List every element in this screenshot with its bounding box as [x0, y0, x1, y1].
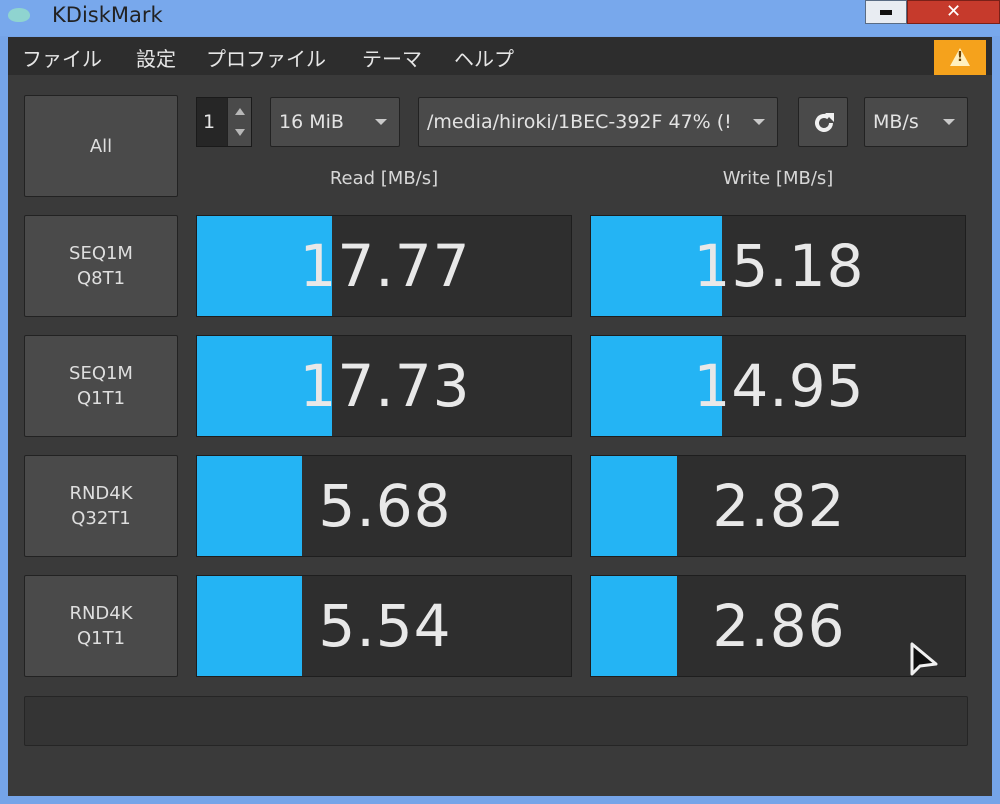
app-icon — [8, 8, 30, 22]
read-value: 17.73 — [299, 352, 471, 420]
test-name: SEQ1M — [69, 363, 133, 384]
client-area: ファイル 設定 プロファイル テーマ ヘルプ ! All 1 16 MiB /m… — [8, 37, 992, 796]
minimize-button[interactable] — [865, 0, 907, 24]
test-name: RND4K — [69, 483, 133, 504]
close-icon: ✕ — [945, 1, 962, 22]
read-value: 5.68 — [318, 472, 452, 540]
test-params: Q8T1 — [76, 268, 126, 289]
write-result: 2.82 — [590, 455, 966, 557]
menu-settings[interactable]: 設定 — [136, 43, 176, 72]
rnd4k-q1t1-button[interactable]: RND4K Q1T1 — [24, 575, 178, 677]
write-column-header: Write [MB/s] — [722, 168, 834, 189]
benchmark-panel: All 1 16 MiB /media/hiroki/1BEC-392F 47%… — [8, 75, 992, 796]
warning-mark: ! — [957, 50, 963, 65]
seq1m-q8t1-button[interactable]: SEQ1M Q8T1 — [24, 215, 178, 317]
all-button[interactable]: All — [24, 95, 178, 197]
write-result: 14.95 — [590, 335, 966, 437]
runs-spinbox[interactable]: 1 — [196, 97, 252, 147]
read-value: 17.77 — [299, 232, 471, 300]
read-column-header: Read [MB/s] — [329, 168, 439, 189]
mouse-cursor-icon — [910, 642, 938, 676]
refresh-button[interactable] — [798, 97, 848, 147]
menu-bar: ファイル 設定 プロファイル テーマ ヘルプ ! — [8, 37, 992, 76]
read-result: 5.68 — [196, 455, 572, 557]
app-window: KDiskMark ✕ ファイル 設定 プロファイル テーマ ヘルプ ! All… — [0, 0, 1000, 804]
menu-file[interactable]: ファイル — [22, 43, 102, 72]
size-value: 16 MiB — [279, 111, 344, 133]
close-button[interactable]: ✕ — [907, 0, 1000, 24]
menu-profile[interactable]: プロファイル — [206, 43, 326, 72]
chevron-down-icon — [753, 119, 765, 125]
device-value: /media/hiroki/1BEC-392F 47% (! — [427, 111, 732, 133]
read-result: 17.77 — [196, 215, 572, 317]
size-select[interactable]: 16 MiB — [270, 97, 400, 147]
write-value: 14.95 — [693, 352, 865, 420]
unit-select[interactable]: MB/s — [864, 97, 968, 147]
write-value: 15.18 — [693, 232, 865, 300]
read-result: 17.73 — [196, 335, 572, 437]
test-name: RND4K — [69, 603, 133, 624]
window-title: KDiskMark — [52, 3, 163, 27]
title-bar[interactable]: KDiskMark ✕ — [0, 0, 1000, 36]
test-name: SEQ1M — [69, 243, 133, 264]
runs-stepper[interactable] — [227, 98, 251, 146]
unit-value: MB/s — [873, 111, 919, 133]
all-button-label: All — [89, 135, 113, 157]
decrement-icon[interactable] — [235, 129, 245, 136]
read-result: 5.54 — [196, 575, 572, 677]
menu-help[interactable]: ヘルプ — [454, 43, 514, 72]
device-select[interactable]: /media/hiroki/1BEC-392F 47% (! — [418, 97, 778, 147]
test-params: Q1T1 — [76, 388, 126, 409]
chevron-down-icon — [943, 119, 955, 125]
read-value: 5.54 — [318, 592, 452, 660]
seq1m-q1t1-button[interactable]: SEQ1M Q1T1 — [24, 335, 178, 437]
menu-theme[interactable]: テーマ — [362, 43, 422, 72]
runs-value: 1 — [203, 111, 216, 133]
write-value: 2.82 — [712, 472, 846, 540]
test-params: Q1T1 — [76, 628, 126, 649]
warning-button[interactable]: ! — [934, 40, 986, 76]
increment-icon[interactable] — [235, 108, 245, 115]
minimize-icon — [880, 10, 892, 15]
refresh-icon — [815, 113, 834, 132]
test-params: Q32T1 — [71, 508, 131, 529]
write-result: 15.18 — [590, 215, 966, 317]
rnd4k-q32t1-button[interactable]: RND4K Q32T1 — [24, 455, 178, 557]
status-bar — [24, 696, 968, 746]
chevron-down-icon — [375, 119, 387, 125]
